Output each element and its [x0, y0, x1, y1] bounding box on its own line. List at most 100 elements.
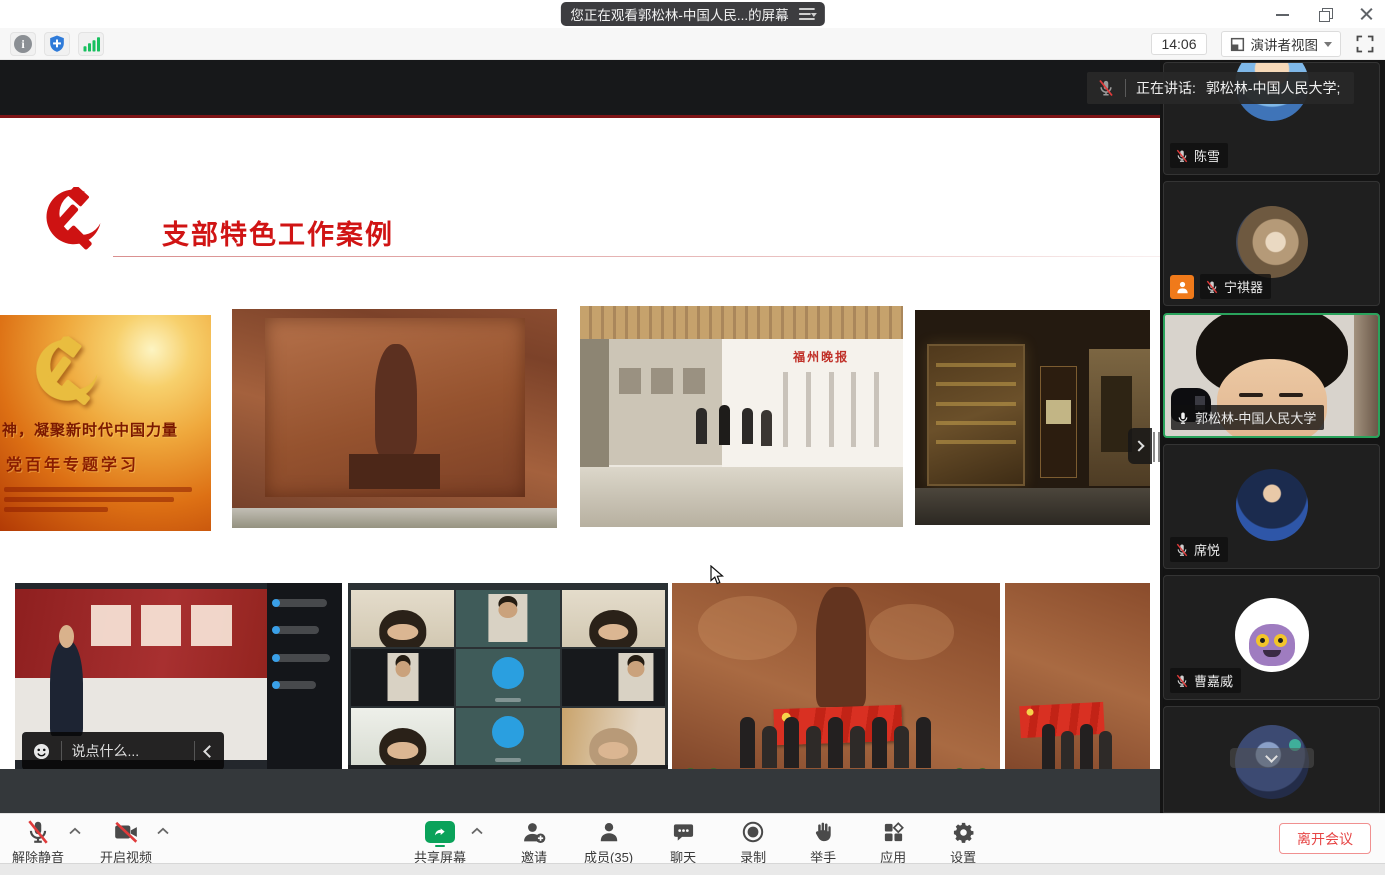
view-mode-selector[interactable]: 演讲者视图	[1221, 31, 1342, 57]
view-mode-label: 演讲者视图	[1251, 34, 1319, 54]
meeting-topbar-left: i	[10, 28, 104, 60]
shield-icon	[47, 34, 67, 54]
mic-muted-icon	[1097, 79, 1115, 97]
mic-muted-icon	[25, 819, 51, 845]
hand-icon	[811, 820, 835, 844]
mouse-cursor	[710, 565, 725, 585]
meeting-clock: 14:06	[1151, 33, 1206, 55]
mic-muted-icon	[1175, 543, 1189, 557]
start-video-button[interactable]: 开启视频	[100, 819, 152, 866]
avatar	[1236, 206, 1308, 278]
meeting-topbar-right: 14:06 演讲者视图	[1151, 28, 1375, 60]
chevron-down-icon	[1324, 42, 1332, 51]
share-options-chevron[interactable]	[470, 827, 484, 866]
photo-livestream-screenshot: 说点什么...	[15, 583, 342, 769]
main-area: 支部特色工作案例 神，凝聚新时代中国力量 党百年专题学习 福州晚报	[0, 60, 1385, 813]
speaking-prefix: 正在讲话:	[1136, 78, 1196, 98]
party-emblem-icon	[37, 187, 103, 253]
museum-banner-text: 福州晚报	[793, 348, 849, 365]
settings-button[interactable]: 设置	[943, 819, 983, 866]
window-titlebar: 您正在观看郭松林-中国人民...的屏幕	[0, 0, 1385, 28]
window-controls	[1273, 0, 1377, 28]
taskbar-strip	[0, 863, 1385, 875]
participant-tile-speaking[interactable]: 郭松林-中国人民大学	[1163, 313, 1380, 438]
apps-button[interactable]: 应用	[873, 819, 913, 866]
photo-group-flag	[672, 583, 1000, 769]
shared-screen-area: 支部特色工作案例 神，凝聚新时代中国力量 党百年专题学习 福州晚报	[0, 60, 1160, 813]
panel-collapse-button[interactable]	[1128, 428, 1152, 464]
photo-video-meeting-screenshot	[348, 583, 668, 769]
mic-on-icon	[1176, 411, 1190, 425]
gold-emblem-icon	[22, 333, 103, 414]
smiley-icon	[32, 742, 51, 761]
apps-grid-icon	[882, 821, 905, 844]
record-button[interactable]: 录制	[733, 819, 773, 866]
participant-name: 陈雪	[1194, 146, 1220, 165]
mic-muted-icon	[1175, 674, 1189, 688]
chevron-right-icon	[1133, 440, 1144, 451]
chevron-left-icon	[203, 745, 216, 758]
chevron-down-icon	[1265, 750, 1278, 763]
members-button[interactable]: 成员(35)	[584, 819, 633, 866]
presentation-slide: 支部特色工作案例 神，凝聚新时代中国力量 党百年专题学习 福州晚报	[0, 115, 1160, 769]
meeting-app-window: 您正在观看郭松林-中国人民...的屏幕 i 14:06 演讲者视图	[0, 0, 1385, 875]
fullscreen-button[interactable]	[1355, 34, 1375, 54]
participant-name: 宁祺器	[1224, 277, 1263, 296]
signal-bars-icon	[82, 35, 100, 53]
person-icon	[1175, 280, 1190, 295]
video-options-chevron[interactable]	[156, 827, 170, 835]
screen-watch-menu-icon[interactable]	[799, 8, 815, 20]
meeting-toolbar: 解除静音 开启视频 共享屏幕 邀请 成员	[0, 813, 1385, 863]
participant-name: 郭松林-中国人民大学	[1195, 408, 1316, 427]
stream-comment-placeholder: 说点什么...	[72, 741, 185, 761]
meeting-info-button[interactable]: i	[10, 32, 36, 56]
speaking-name: 郭松林-中国人民大学;	[1206, 78, 1341, 98]
network-status-button[interactable]	[78, 32, 104, 56]
screen-watch-banner[interactable]: 您正在观看郭松林-中国人民...的屏幕	[560, 2, 824, 26]
chat-bubble-icon	[672, 821, 695, 844]
letterbox-bottom	[0, 769, 1160, 813]
meeting-topbar: i 14:06 演讲者视图	[0, 28, 1385, 60]
mic-muted-icon	[1205, 280, 1219, 294]
restore-button[interactable]	[1315, 4, 1335, 24]
mic-options-chevron[interactable]	[68, 827, 82, 835]
photo-sculpture-monument	[232, 309, 557, 528]
participant-name: 曹嘉威	[1194, 671, 1233, 690]
close-button[interactable]	[1357, 4, 1377, 24]
avatar	[1236, 469, 1308, 541]
participants-panel: 陈雪 宁祺器	[1160, 60, 1385, 813]
leave-meeting-button[interactable]: 离开会议	[1279, 823, 1371, 854]
panel-resize-handle[interactable]	[1153, 432, 1160, 462]
layout-icon	[1230, 37, 1245, 52]
screen-watch-text: 您正在观看郭松林-中国人民...的屏幕	[570, 4, 788, 24]
chat-button[interactable]: 聊天	[663, 819, 703, 866]
participant-tile[interactable]	[1163, 706, 1380, 813]
minimize-button[interactable]	[1273, 4, 1293, 24]
poster-line-2: 党百年专题学习	[6, 451, 139, 475]
participant-tile[interactable]: 宁祺器	[1163, 181, 1380, 306]
poster-line-1: 神，凝聚新时代中国力量	[2, 419, 178, 440]
unmute-button[interactable]: 解除静音	[12, 819, 64, 866]
gear-icon	[952, 821, 975, 844]
presenter-badge	[1170, 275, 1194, 299]
person-plus-icon	[522, 820, 547, 845]
active-speaker-banner: 正在讲话: 郭松林-中国人民大学;	[1087, 72, 1354, 104]
stream-comment-bar: 说点什么...	[22, 732, 225, 769]
slide-top-border	[0, 115, 1160, 118]
slide-title: 支部特色工作案例	[162, 213, 394, 252]
security-button[interactable]	[44, 32, 70, 56]
participant-tile[interactable]: 席悦	[1163, 444, 1380, 569]
title-underline	[113, 256, 1160, 257]
person-icon	[597, 820, 621, 844]
invite-button[interactable]: 邀请	[514, 819, 554, 866]
photo-group-flag-partial	[1005, 583, 1150, 769]
raise-hand-button[interactable]: 举手	[803, 819, 843, 866]
camera-off-icon	[113, 819, 139, 845]
photo-exhibit-room	[915, 310, 1150, 525]
share-screen-button[interactable]: 共享屏幕	[414, 819, 466, 866]
avatar	[1235, 598, 1309, 672]
record-icon	[741, 820, 765, 844]
scroll-more-button[interactable]	[1230, 748, 1314, 768]
participant-tile[interactable]: 曹嘉威	[1163, 575, 1380, 700]
mic-muted-icon	[1175, 149, 1189, 163]
